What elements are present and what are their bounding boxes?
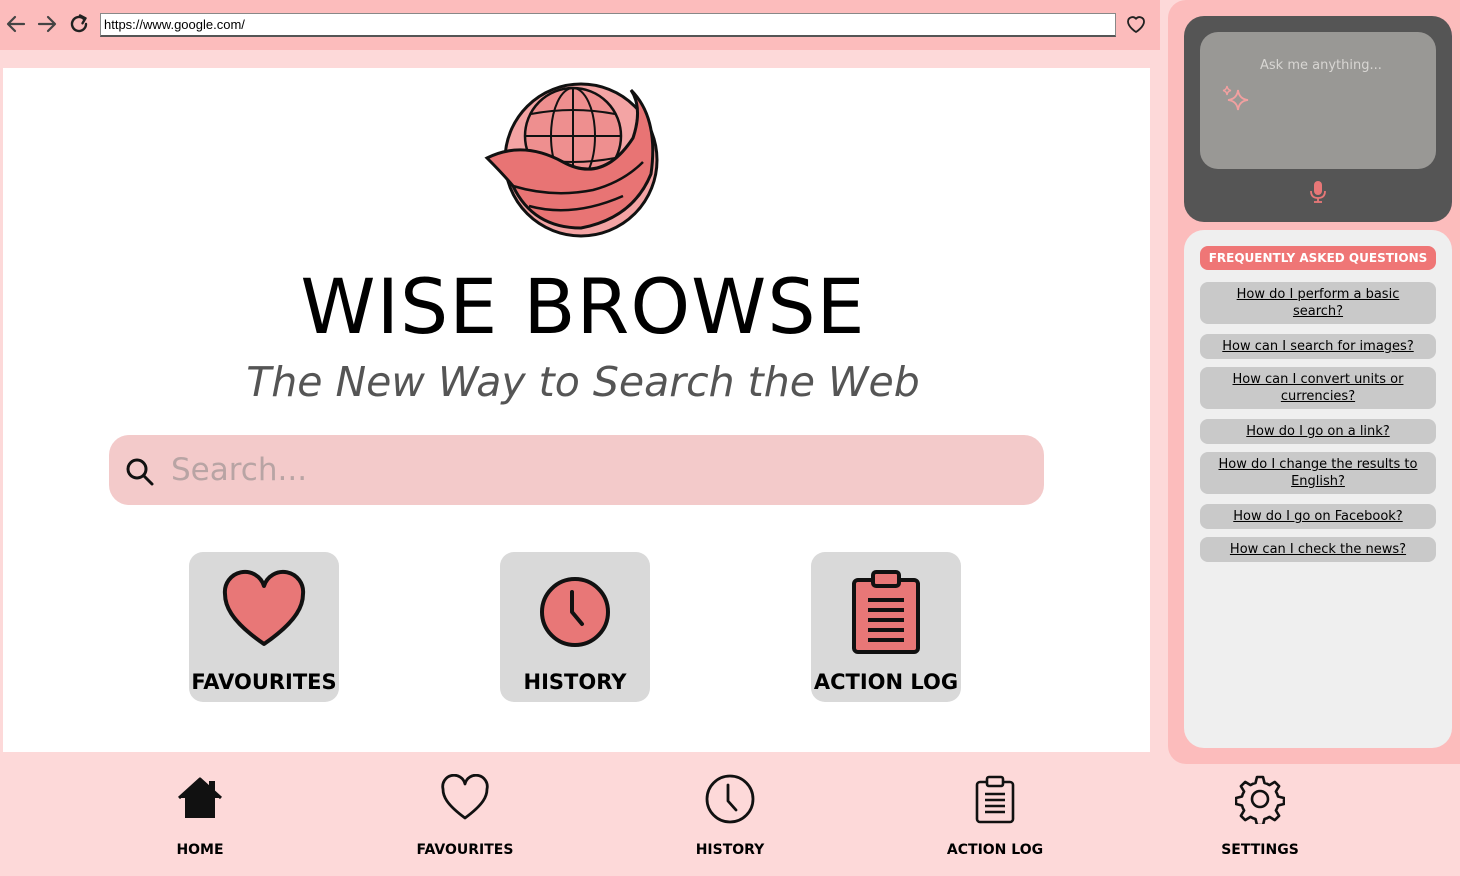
faq-panel: FREQUENTLY ASKED QUESTIONS How do I perf… <box>1184 230 1452 748</box>
nav-action-log[interactable]: ACTION LOG <box>925 772 1065 864</box>
globe-logo-icon <box>484 82 659 238</box>
clipboard-icon <box>975 775 1015 824</box>
assistant-panel <box>1184 16 1452 222</box>
heart-outline-icon <box>1127 16 1145 33</box>
microphone-icon[interactable] <box>1309 180 1327 204</box>
clipboard-icon <box>852 570 920 654</box>
faq-header: FREQUENTLY ASKED QUESTIONS <box>1200 246 1436 270</box>
faq-item[interactable]: How can I search for images? <box>1200 334 1436 359</box>
assistant-box <box>1200 32 1436 169</box>
faq-item[interactable]: How do I perform a basic search? <box>1200 282 1436 324</box>
nav-label: FAVOURITES <box>416 842 514 858</box>
search-input[interactable] <box>171 445 1021 495</box>
browser-toolbar <box>0 0 1160 50</box>
add-favourite-button[interactable] <box>1124 12 1148 36</box>
nav-favourites[interactable]: FAVOURITES <box>395 772 535 864</box>
arrow-right-icon <box>37 15 57 33</box>
heart-icon <box>441 774 489 820</box>
faq-item[interactable]: How do I go on a link? <box>1200 419 1436 444</box>
tile-label: FAVOURITES <box>191 670 337 694</box>
sparkle-icon <box>1222 85 1249 111</box>
search-bar <box>109 435 1044 505</box>
faq-item[interactable]: How do I change the results to English? <box>1200 452 1436 494</box>
nav-home[interactable]: HOME <box>130 772 270 864</box>
forward-button[interactable] <box>34 10 60 38</box>
page-title: WISE BROWSE <box>300 262 866 351</box>
main-content: WISE BROWSE The New Way to Search the We… <box>3 68 1150 752</box>
home-icon <box>177 777 223 818</box>
clock-icon <box>540 577 610 647</box>
tile-label: HISTORY <box>523 670 627 694</box>
faq-item[interactable]: How can I check the news? <box>1200 537 1436 562</box>
nav-label: HISTORY <box>695 842 765 858</box>
nav-label: ACTION LOG <box>946 842 1044 858</box>
url-field[interactable] <box>100 13 1116 37</box>
reload-button[interactable] <box>66 10 92 38</box>
nav-settings[interactable]: SETTINGS <box>1190 772 1330 864</box>
assistant-sidebar: FREQUENTLY ASKED QUESTIONS How do I perf… <box>1168 0 1460 764</box>
nav-label: HOME <box>176 842 224 858</box>
assistant-input[interactable] <box>1260 58 1430 73</box>
back-button[interactable] <box>3 10 29 38</box>
page-subtitle: The New Way to Search the Web <box>246 358 920 406</box>
action-log-tile[interactable]: ACTION LOG <box>811 552 961 702</box>
heart-icon <box>222 569 306 646</box>
faq-item[interactable]: How do I go on Facebook? <box>1200 504 1436 529</box>
reload-icon <box>70 14 88 33</box>
tile-label: ACTION LOG <box>813 670 959 694</box>
favourites-tile[interactable]: FAVOURITES <box>189 552 339 702</box>
faq-item[interactable]: How can I convert units or currencies? <box>1200 367 1436 409</box>
gear-icon <box>1235 775 1285 824</box>
bottom-nav: HOME FAVOURITES HISTORY ACTION LOG SETTI… <box>0 764 1460 876</box>
search-icon <box>126 458 154 486</box>
nav-history[interactable]: HISTORY <box>660 772 800 864</box>
arrow-left-icon <box>6 15 26 33</box>
history-tile[interactable]: HISTORY <box>500 552 650 702</box>
nav-label: SETTINGS <box>1221 842 1299 858</box>
clock-icon <box>705 774 755 824</box>
